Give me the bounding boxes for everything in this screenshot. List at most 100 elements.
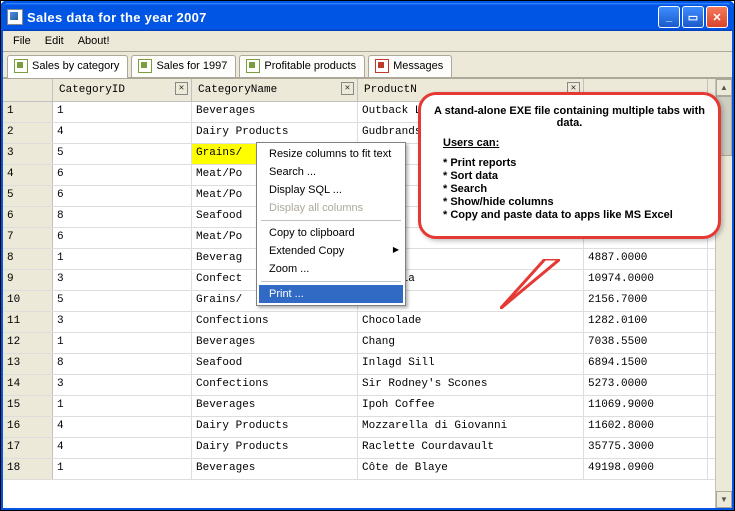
- cell-categoryid[interactable]: 3: [53, 270, 192, 290]
- column-header-categoryname[interactable]: CategoryName✕: [192, 79, 358, 101]
- cell-categoryname[interactable]: Dairy Products: [192, 438, 358, 458]
- cell-value[interactable]: 5273.0000: [584, 375, 708, 395]
- tab-messages[interactable]: Messages: [368, 55, 452, 77]
- cell-value[interactable]: 6894.1500: [584, 354, 708, 374]
- cell-categoryname[interactable]: Beverages: [192, 333, 358, 353]
- scroll-up-icon[interactable]: ▲: [716, 79, 732, 96]
- row-number: 18: [3, 459, 53, 479]
- cell-value[interactable]: 2156.7000: [584, 291, 708, 311]
- messages-icon: [375, 59, 389, 73]
- titlebar[interactable]: Sales data for the year 2007 _ ▭ ✕: [3, 3, 732, 31]
- hide-column-icon[interactable]: ✕: [175, 82, 188, 95]
- rownum-header[interactable]: [3, 79, 53, 101]
- row-number: 6: [3, 207, 53, 227]
- cell-categoryid[interactable]: 4: [53, 417, 192, 437]
- minimize-button[interactable]: _: [658, 6, 680, 28]
- callout-item: Sort data: [443, 170, 706, 182]
- cell-categoryname[interactable]: Confections: [192, 375, 358, 395]
- cell-value[interactable]: 49198.0900: [584, 459, 708, 479]
- cell-categoryid[interactable]: 5: [53, 144, 192, 164]
- callout-bubble: A stand-alone EXE file containing multip…: [418, 92, 721, 239]
- ctx-search[interactable]: Search ...: [259, 163, 403, 181]
- tab-label: Sales by category: [32, 60, 119, 72]
- cell-productname[interactable]: Chang: [358, 333, 584, 353]
- tab-sales-for-1997[interactable]: Sales for 1997: [131, 55, 236, 77]
- app-icon: [7, 9, 23, 25]
- cell-categoryname[interactable]: Dairy Products: [192, 417, 358, 437]
- cell-value[interactable]: 11069.9000: [584, 396, 708, 416]
- cell-categoryid[interactable]: 6: [53, 228, 192, 248]
- row-number: 8: [3, 249, 53, 269]
- ctx-zoom[interactable]: Zoom ...: [259, 260, 403, 278]
- cell-categoryid[interactable]: 1: [53, 333, 192, 353]
- cell-categoryid[interactable]: 8: [53, 354, 192, 374]
- menu-about[interactable]: About!: [72, 33, 116, 49]
- ctx-copy-clipboard[interactable]: Copy to clipboard: [259, 224, 403, 242]
- ctx-resize-columns[interactable]: Resize columns to fit text: [259, 145, 403, 163]
- tab-sales-by-category[interactable]: Sales by category: [7, 55, 128, 78]
- cell-categoryid[interactable]: 6: [53, 165, 192, 185]
- maximize-button[interactable]: ▭: [682, 6, 704, 28]
- cell-categoryid[interactable]: 4: [53, 438, 192, 458]
- table-row[interactable]: 121BeveragesChang7038.5500: [3, 333, 732, 354]
- cell-categoryname[interactable]: Beverages: [192, 102, 358, 122]
- cell-value[interactable]: 1282.0100: [584, 312, 708, 332]
- cell-productname[interactable]: Inlagd Sill: [358, 354, 584, 374]
- cell-categoryid[interactable]: 1: [53, 396, 192, 416]
- cell-productname[interactable]: Ipoh Coffee: [358, 396, 584, 416]
- cell-categoryid[interactable]: 4: [53, 123, 192, 143]
- context-menu: Resize columns to fit text Search ... Di…: [256, 142, 406, 306]
- cell-value[interactable]: 4887.0000: [584, 249, 708, 269]
- tab-profitable-products[interactable]: Profitable products: [239, 55, 365, 77]
- callout-subhead: Users can:: [443, 137, 706, 149]
- cell-categoryid[interactable]: 3: [53, 375, 192, 395]
- ctx-extended-copy[interactable]: Extended Copy: [259, 242, 403, 260]
- cell-productname[interactable]: Raclette Courdavault: [358, 438, 584, 458]
- close-button[interactable]: ✕: [706, 6, 728, 28]
- row-number: 2: [3, 123, 53, 143]
- cell-categoryid[interactable]: 1: [53, 459, 192, 479]
- cell-value[interactable]: 10974.0000: [584, 270, 708, 290]
- menu-edit[interactable]: Edit: [39, 33, 70, 49]
- callout-item: Copy and paste data to apps like MS Exce…: [443, 209, 706, 221]
- cell-categoryname[interactable]: Beverages: [192, 396, 358, 416]
- table-row[interactable]: 138SeafoodInlagd Sill6894.1500: [3, 354, 732, 375]
- cell-categoryname[interactable]: Confections: [192, 312, 358, 332]
- ctx-display-all-columns: Display all columns: [259, 199, 403, 217]
- menu-file[interactable]: File: [7, 33, 37, 49]
- row-number: 3: [3, 144, 53, 164]
- tabbar: Sales by category Sales for 1997 Profita…: [3, 52, 732, 78]
- table-row[interactable]: 151BeveragesIpoh Coffee11069.9000: [3, 396, 732, 417]
- cell-value[interactable]: 35775.3000: [584, 438, 708, 458]
- scroll-down-icon[interactable]: ▼: [716, 491, 732, 508]
- table-row[interactable]: 143ConfectionsSir Rodney's Scones5273.00…: [3, 375, 732, 396]
- cell-categoryid[interactable]: 1: [53, 102, 192, 122]
- table-row[interactable]: 164Dairy ProductsMozzarella di Giovanni1…: [3, 417, 732, 438]
- cell-productname[interactable]: Sir Rodney's Scones: [358, 375, 584, 395]
- ctx-print[interactable]: Print ...: [259, 285, 403, 303]
- hide-column-icon[interactable]: ✕: [341, 82, 354, 95]
- cell-categoryid[interactable]: 6: [53, 186, 192, 206]
- table-icon: [138, 59, 152, 73]
- cell-categoryname[interactable]: Dairy Products: [192, 123, 358, 143]
- cell-categoryid[interactable]: 1: [53, 249, 192, 269]
- cell-categoryid[interactable]: 8: [53, 207, 192, 227]
- cell-value[interactable]: 7038.5500: [584, 333, 708, 353]
- window-title: Sales data for the year 2007: [27, 10, 658, 25]
- table-row[interactable]: 113ConfectionsChocolade1282.0100: [3, 312, 732, 333]
- cell-categoryid[interactable]: 5: [53, 291, 192, 311]
- cell-categoryname[interactable]: Beverages: [192, 459, 358, 479]
- ctx-display-sql[interactable]: Display SQL ...: [259, 181, 403, 199]
- cell-productname[interactable]: Côte de Blaye: [358, 459, 584, 479]
- cell-value[interactable]: 11602.8000: [584, 417, 708, 437]
- callout-item: Print reports: [443, 157, 706, 169]
- row-number: 1: [3, 102, 53, 122]
- cell-productname[interactable]: Mozzarella di Giovanni: [358, 417, 584, 437]
- cell-productname[interactable]: Chocolade: [358, 312, 584, 332]
- cell-categoryname[interactable]: Seafood: [192, 354, 358, 374]
- table-row[interactable]: 174Dairy ProductsRaclette Courdavault357…: [3, 438, 732, 459]
- column-header-categoryid[interactable]: CategoryID✕: [53, 79, 192, 101]
- callout-title: A stand-alone EXE file containing multip…: [433, 105, 706, 129]
- table-row[interactable]: 181BeveragesCôte de Blaye49198.0900: [3, 459, 732, 480]
- cell-categoryid[interactable]: 3: [53, 312, 192, 332]
